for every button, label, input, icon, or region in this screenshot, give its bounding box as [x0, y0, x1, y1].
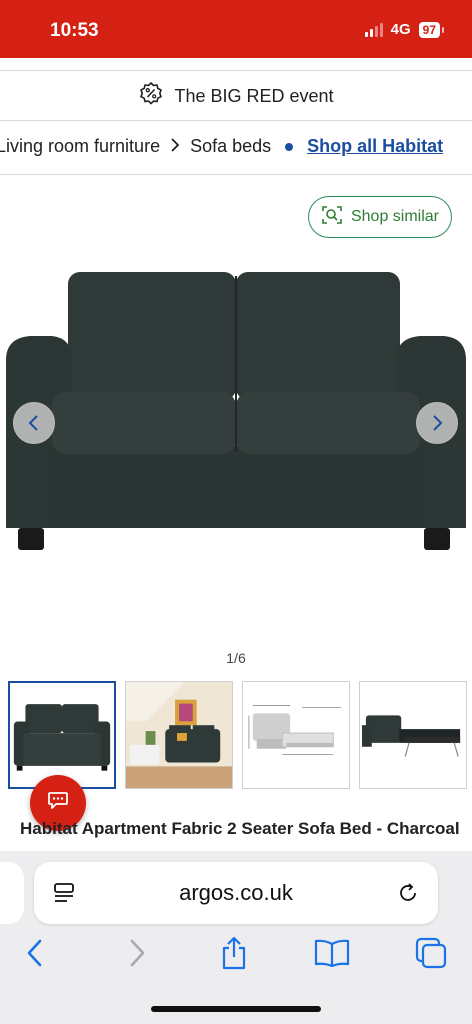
forward-button[interactable]	[112, 930, 162, 980]
battery-icon: 97	[418, 21, 445, 38]
thumbnail-2[interactable]	[125, 681, 233, 789]
percent-badge-icon	[138, 81, 164, 112]
carousel-prev-button[interactable]	[13, 402, 55, 444]
tabs-button[interactable]	[406, 930, 456, 980]
status-bar: 10:53 4G 97	[0, 0, 472, 58]
shop-similar-button[interactable]: Shop similar	[307, 196, 452, 238]
breadcrumb-item-subcategory[interactable]: Sofa beds	[190, 136, 271, 157]
reload-icon[interactable]	[378, 881, 438, 905]
bookmarks-button[interactable]	[307, 930, 357, 980]
address-bar[interactable]: argos.co.uk	[34, 862, 438, 924]
divider	[0, 174, 472, 175]
status-time: 10:53	[50, 20, 99, 41]
chevron-right-icon	[170, 136, 180, 157]
share-icon	[219, 935, 249, 976]
separator-dot	[285, 142, 294, 151]
home-indicator	[151, 1006, 321, 1012]
promo-text: The BIG RED event	[174, 85, 334, 106]
shop-similar-label: Shop similar	[350, 208, 439, 225]
chevron-left-icon	[25, 938, 45, 973]
divider	[0, 120, 472, 121]
promo-banner[interactable]: The BIG RED event	[0, 72, 472, 120]
breadcrumb-item-category[interactable]: Living room furniture	[0, 136, 160, 157]
shop-all-brand-link[interactable]: Shop all Habitat	[307, 136, 443, 157]
thumbnail-3[interactable]	[242, 681, 350, 789]
browser-toolbar	[0, 930, 472, 980]
url-text: argos.co.uk	[179, 880, 293, 905]
share-button[interactable]	[209, 930, 259, 980]
gallery-counter: 1/6	[226, 650, 246, 666]
status-indicators: 4G 97	[364, 21, 445, 38]
back-button[interactable]	[10, 930, 60, 980]
thumbnail-strip	[8, 681, 467, 789]
product-main-image[interactable]	[0, 250, 472, 570]
breadcrumb: Living room furniture Sofa beds Shop all…	[0, 136, 443, 157]
thumbnail-4[interactable]	[359, 681, 467, 789]
signal-icon	[364, 22, 383, 37]
chat-bubble-icon	[47, 791, 69, 816]
page: 10:53 4G 97 The BIG RED event Living roo…	[0, 0, 472, 1024]
page-settings-icon[interactable]	[34, 882, 94, 904]
visual-search-icon	[321, 204, 343, 231]
thumbnail-1[interactable]	[8, 681, 116, 789]
previous-tab-preview[interactable]	[0, 862, 24, 924]
divider	[0, 70, 472, 71]
network-type: 4G	[390, 21, 411, 38]
tabs-icon	[414, 936, 448, 975]
chevron-right-icon	[127, 938, 147, 973]
product-title: Habitat Apartment Fabric 2 Seater Sofa B…	[20, 819, 460, 838]
book-icon	[313, 938, 351, 973]
carousel-next-button[interactable]	[416, 402, 458, 444]
